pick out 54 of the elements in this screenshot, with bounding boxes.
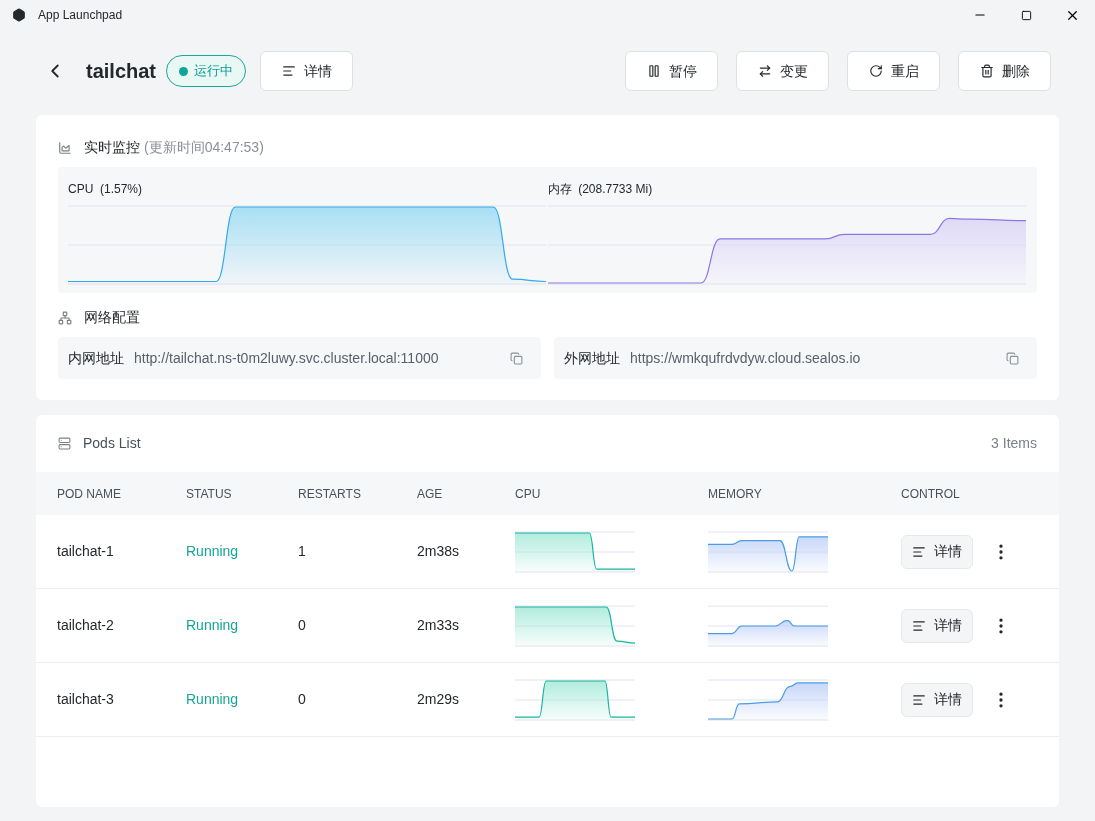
action-button[interactable]: 删除 — [958, 51, 1051, 91]
detail-button[interactable]: 详情 — [901, 608, 973, 643]
column-header: MEMORY — [708, 485, 763, 503]
action-button[interactable]: 暂停 — [625, 51, 718, 91]
action-button[interactable]: 重启 — [847, 51, 940, 91]
app-name: tailchat — [86, 59, 157, 84]
column-header: STATUS — [186, 485, 233, 503]
table-cell-text: tailchat-1 — [57, 542, 115, 561]
update-time: (更新时间04:47:53) — [144, 138, 264, 157]
trash-icon — [979, 64, 994, 78]
column-header: CONTROL — [901, 485, 961, 503]
pause-icon — [646, 64, 661, 78]
table-cell-text: tailchat-2 — [57, 616, 115, 635]
lines-icon — [912, 692, 926, 707]
action-button[interactable]: 变更 — [736, 51, 829, 91]
section-title: 网络配置 — [84, 308, 140, 327]
status-text: Running — [186, 542, 240, 561]
section-title: Pods List — [83, 434, 141, 453]
window-title: App Launchpad — [38, 7, 123, 24]
status-text: Running — [186, 616, 240, 635]
table-cell-text: tailchat-3 — [57, 690, 115, 709]
section-title: 实时监控 — [84, 138, 140, 157]
copy-icon[interactable] — [510, 351, 523, 365]
lines-icon — [912, 618, 926, 633]
table-cell-text: 0 — [298, 690, 307, 709]
address-field: 内网地址 http://tailchat.ns-t0m2luwy.svc.cluster.local:11000 — [58, 337, 541, 379]
column-header: AGE — [417, 485, 444, 503]
lines-icon — [912, 544, 926, 559]
item-count: 3 Items — [991, 434, 1037, 453]
network-icon — [58, 310, 72, 325]
chart-icon — [58, 140, 72, 155]
status-badge: 运行中 — [166, 55, 247, 87]
memory-label: 内存 (208.7733 Mi) — [547, 181, 654, 198]
table-cell-text: 2m33s — [417, 616, 461, 635]
address-field: 外网地址 https://wmkqufrdvdyw.cloud.sealos.io — [554, 337, 1037, 379]
column-header: CPU — [515, 485, 542, 503]
copy-icon[interactable] — [1006, 351, 1019, 365]
refresh-icon — [868, 64, 883, 78]
table-cell-text: 2m38s — [417, 542, 461, 561]
table-cell-text: 1 — [298, 542, 307, 561]
column-header: RESTARTS — [298, 485, 362, 503]
swap-icon — [757, 64, 772, 78]
detail-button[interactable]: 详情 — [901, 682, 973, 717]
lines-icon — [281, 64, 296, 78]
maximize-icon — [1020, 9, 1032, 21]
cpu-label: CPU (1.57%) — [68, 181, 144, 198]
table-cell-text: 0 — [298, 616, 307, 635]
app-logo-icon — [12, 8, 26, 22]
list-icon — [58, 437, 71, 450]
detail-button[interactable]: 详情 — [901, 534, 973, 569]
detail-button[interactable]: 详情 — [260, 51, 354, 91]
table-cell-text: 2m29s — [417, 690, 461, 709]
status-text: Running — [186, 690, 240, 709]
column-header: POD NAME — [57, 485, 122, 503]
